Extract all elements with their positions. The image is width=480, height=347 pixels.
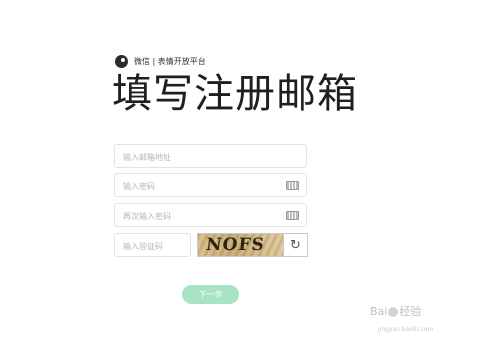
wechat-logo-icon	[115, 54, 128, 68]
keyboard-icon[interactable]	[286, 211, 299, 220]
password-field-wrapper	[114, 173, 307, 198]
next-button[interactable]: 下一步	[182, 285, 239, 304]
password-input[interactable]	[115, 175, 306, 198]
confirm-password-input[interactable]	[115, 205, 306, 228]
watermark-left: Bai	[370, 305, 388, 318]
email-field-wrapper	[114, 144, 307, 169]
watermark-right: 经验	[399, 305, 422, 318]
confirm-password-field-wrapper	[114, 203, 307, 228]
page-title: 填写注册邮箱	[112, 71, 358, 117]
watermark: Bai 经验	[370, 303, 421, 319]
paw-icon	[388, 307, 399, 317]
brand-text: 微信 | 表情开放平台	[134, 56, 206, 66]
watermark-sub: jingyan.baidu.com	[378, 326, 434, 333]
refresh-captcha-button[interactable]: ↻	[284, 233, 308, 257]
keyboard-icon[interactable]	[286, 181, 299, 190]
captcha-image[interactable]: NOFS	[197, 233, 284, 257]
captcha-field-wrapper	[114, 233, 191, 258]
captcha-input[interactable]	[115, 235, 190, 258]
captcha-text: NOFS	[204, 235, 266, 255]
email-input[interactable]	[115, 146, 306, 169]
refresh-icon: ↻	[290, 237, 301, 253]
brand-header: 微信 | 表情开放平台	[115, 54, 206, 68]
